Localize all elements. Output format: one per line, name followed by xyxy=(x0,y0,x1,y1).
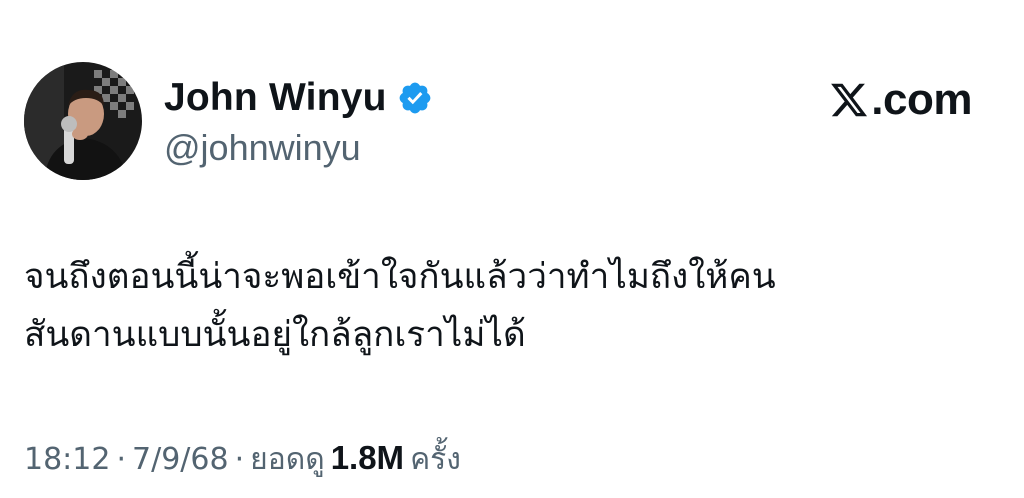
avatar[interactable] xyxy=(24,62,142,180)
avatar-photo xyxy=(24,62,142,180)
brand-logo: .com xyxy=(829,75,972,124)
meta-separator: · xyxy=(116,442,127,477)
tweet-text: จนถึงตอนนี้น่าจะพอเข้าใจกันแล้วว่าทำไมถึ… xyxy=(24,257,776,355)
tweet-meta: 18:12 · 7/9/68 · ยอดดู 1.8M ครั้ง xyxy=(24,436,461,483)
verified-badge-icon xyxy=(397,80,433,116)
views-count: 1.8M xyxy=(330,439,405,476)
author-handle[interactable]: @johnwinyu xyxy=(164,127,433,169)
tweet-header: John Winyu @johnwinyu xyxy=(24,62,433,180)
tweet-card: John Winyu @johnwinyu .com จนถึงตอนนี้น่… xyxy=(0,0,1024,498)
x-logo-icon xyxy=(829,80,869,120)
author-identity: John Winyu @johnwinyu xyxy=(164,73,433,169)
author-display-name[interactable]: John Winyu xyxy=(164,76,387,120)
views-label: ยอดดู xyxy=(250,442,325,477)
tweet-time[interactable]: 18:12 xyxy=(24,442,110,477)
brand-domain: .com xyxy=(871,75,972,124)
views-suffix: ครั้ง xyxy=(410,442,461,477)
tweet-date[interactable]: 7/9/68 xyxy=(132,442,229,477)
meta-separator: · xyxy=(234,442,245,477)
name-row: John Winyu xyxy=(164,73,433,123)
